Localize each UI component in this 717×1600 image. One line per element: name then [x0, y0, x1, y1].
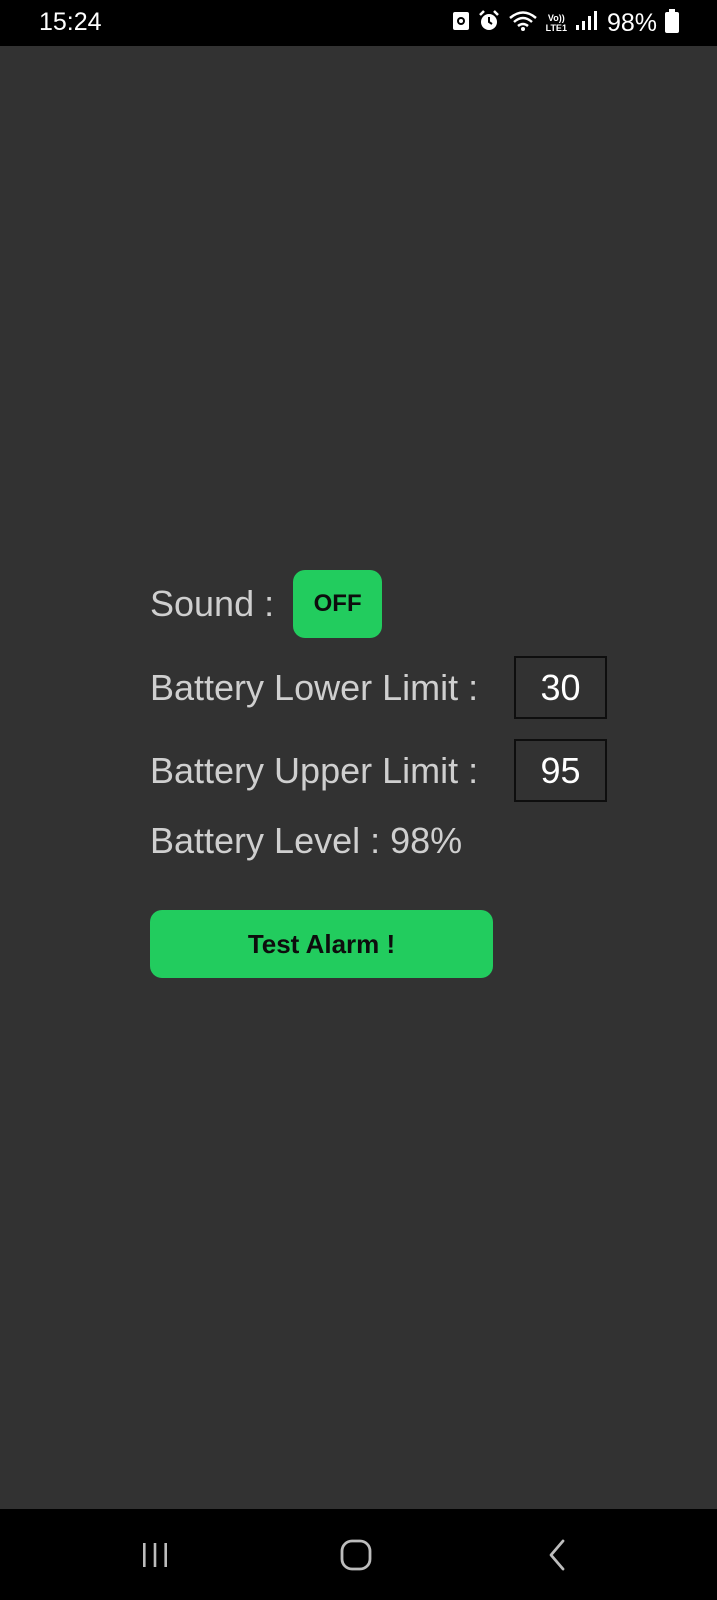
alarm-icon — [478, 9, 500, 37]
battery-level-row: Battery Level : 98% — [150, 816, 462, 866]
recents-icon[interactable] — [135, 1537, 175, 1573]
lower-limit-input[interactable]: 30 — [514, 656, 607, 719]
sound-toggle-button[interactable]: OFF — [293, 570, 383, 638]
lower-limit-label: Battery Lower Limit : — [150, 666, 479, 708]
battery-percent: 98% — [606, 8, 657, 37]
lower-limit-row: Battery Lower Limit : — [150, 656, 478, 719]
test-alarm-button[interactable]: Test Alarm ! — [150, 910, 493, 978]
signal-icon — [575, 10, 597, 36]
status-icons: Vo)) LTE1 98% — [452, 8, 679, 38]
home-icon[interactable] — [336, 1537, 376, 1573]
lte-label-bottom: LTE1 — [545, 23, 567, 33]
battery-level-text: Battery Level : 98% — [150, 820, 463, 861]
main-content: Sound : OFF Battery Lower Limit : 30 Bat… — [0, 46, 717, 1509]
navigation-bar — [0, 1509, 717, 1600]
wifi-icon — [508, 10, 538, 37]
lte-icon: Vo)) LTE1 — [546, 13, 567, 33]
upper-limit-input[interactable]: 95 — [514, 739, 607, 802]
lte-label-top: Vo)) — [547, 13, 565, 23]
battery-icon — [665, 8, 679, 38]
back-icon[interactable] — [538, 1537, 578, 1573]
sound-row: Sound : OFF — [150, 570, 383, 638]
upper-limit-label: Battery Upper Limit : — [150, 749, 479, 791]
status-time: 15:24 — [39, 8, 102, 36]
status-bar: 15:24 Vo)) LTE1 98% — [0, 0, 717, 46]
shield-icon — [452, 10, 470, 37]
sound-label: Sound : — [150, 583, 275, 624]
upper-limit-row: Battery Upper Limit : — [150, 739, 478, 802]
